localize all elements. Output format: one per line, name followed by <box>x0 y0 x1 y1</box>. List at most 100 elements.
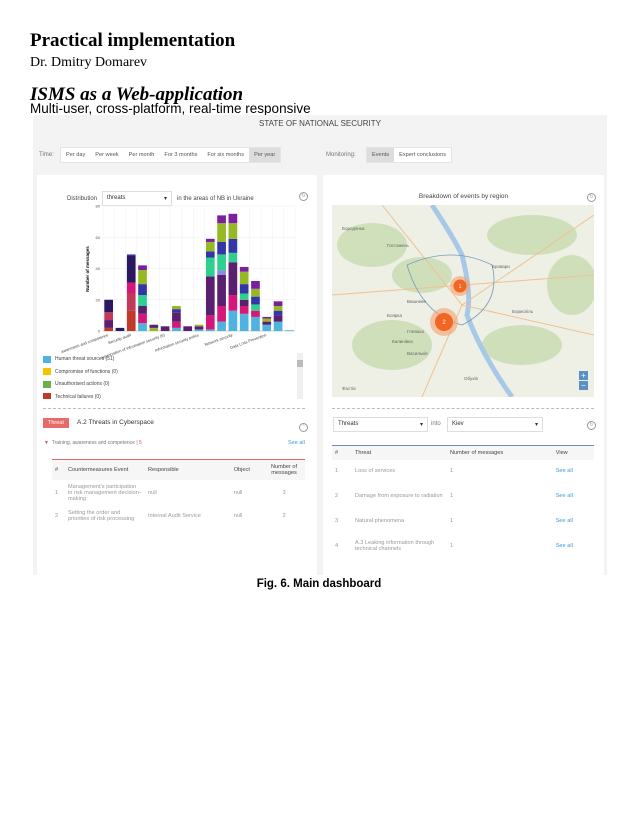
bar-segment <box>126 254 136 256</box>
bar-segment <box>251 310 260 317</box>
legend-scrollbar[interactable] <box>297 353 303 399</box>
bar-segment <box>251 281 260 289</box>
cell: null <box>148 490 157 496</box>
threat-type-select[interactable]: Threats ▾ <box>333 417 428 432</box>
bar-segment <box>228 310 238 331</box>
cell: 3 <box>282 490 286 496</box>
time-per-month[interactable]: Per month <box>124 148 160 162</box>
bar-segment <box>172 312 181 322</box>
time-6-months[interactable]: For six months <box>202 148 249 162</box>
bar-segment <box>205 251 215 258</box>
time-per-year[interactable]: Per year <box>249 148 281 162</box>
x-tick-label: awareness and competence <box>60 332 109 354</box>
zoom-in-button[interactable]: + <box>579 371 588 380</box>
caret-down-icon: ▼ <box>44 440 49 446</box>
chart-legend: Human threat sources (51) Compromise of f… <box>43 353 303 399</box>
bar-segment <box>205 329 215 331</box>
map-place: Вишневе <box>407 299 426 304</box>
legend-item[interactable]: Technical failures (0) <box>43 391 303 399</box>
cell: Management's participation in risk manag… <box>68 484 141 502</box>
table-header: # Threat Number of messages View <box>332 445 594 460</box>
legend-swatch <box>43 393 51 399</box>
table-row[interactable]: 1 Management's participation in risk mana… <box>52 480 305 506</box>
time-per-day[interactable]: Per day <box>61 148 90 162</box>
distribution-chart: 0 20 40 60 80 awareness and competenceSecurit… <box>60 204 296 360</box>
y-tick-label: 40 <box>96 266 101 271</box>
bar-segment <box>104 327 113 331</box>
see-all-link[interactable]: See all <box>288 440 305 446</box>
legend-item[interactable]: Human threat sources (51) <box>43 353 303 366</box>
bar-segment <box>205 315 215 330</box>
legend-label: Technical failures (0) <box>55 393 101 399</box>
col-number: # <box>332 445 352 460</box>
refresh-icon[interactable]: ↻ <box>299 192 308 201</box>
see-all-link[interactable]: See all <box>553 510 594 532</box>
see-all-link[interactable]: See all <box>553 532 594 560</box>
bar-segment <box>228 213 238 224</box>
table-row[interactable]: 2 Setting the order and priorities of ris… <box>52 506 305 526</box>
col-event: Countermeasures Event <box>65 459 145 480</box>
see-all-link[interactable]: See all <box>553 460 594 482</box>
map-place: Бровари <box>492 264 510 269</box>
map-place: Фастів <box>342 386 356 391</box>
divider <box>332 408 594 409</box>
collapse-icon[interactable]: ⌃ <box>299 423 308 432</box>
zoom-out-button[interactable]: − <box>579 381 588 390</box>
bar-segment <box>194 326 204 330</box>
bar-segment <box>205 238 215 242</box>
bar-segment <box>239 306 249 314</box>
col-number: # <box>52 459 65 480</box>
table-row: 3 Natural phenomena 1 See all <box>332 510 594 532</box>
bar-segment <box>217 306 226 322</box>
threat-group[interactable]: ▼ Training, awareness and competence | 5 <box>44 440 142 446</box>
map-place: Васильків <box>407 351 428 356</box>
bar-segment <box>183 326 193 331</box>
col-messages: Number of messages <box>263 459 305 480</box>
bar-segment <box>138 270 147 285</box>
bar-segment <box>149 324 159 328</box>
bar-segment <box>262 324 272 331</box>
map-place: Калинівка <box>392 339 413 344</box>
distribution-suffix: in the areas of NB in Ukraine <box>177 195 254 202</box>
map-place: Боярка <box>387 313 402 318</box>
region-threats-table: # Threat Number of messages View 1 Loss o… <box>332 445 594 560</box>
bar-segment <box>273 310 283 316</box>
legend-item[interactable]: Compromise of functions (0) <box>43 366 303 379</box>
threat-badge: Threat <box>43 418 69 428</box>
bar-segment <box>251 288 260 297</box>
cell: 1 <box>55 490 59 496</box>
bar-segment <box>138 295 147 306</box>
time-per-week[interactable]: Per week <box>90 148 123 162</box>
region-map[interactable]: Бородянка Гостомель Вишневе Боярка Брова… <box>332 205 594 397</box>
monitoring-expert-conclusions[interactable]: Expert conclusions <box>394 148 451 162</box>
time-3-months[interactable]: For 3 months <box>159 148 202 162</box>
bar-segment <box>228 262 238 296</box>
x-tick-label: Security audit <box>107 332 132 345</box>
legend-label: Compromise of functions (0) <box>55 368 118 375</box>
chevron-down-icon: ▾ <box>534 422 538 428</box>
time-label: Time: <box>39 152 54 158</box>
bar-segment <box>273 321 283 331</box>
bar-segment <box>239 266 249 272</box>
y-tick-label: 20 <box>96 297 101 302</box>
bar-segment <box>251 296 260 305</box>
into-label: into <box>431 421 441 427</box>
bar-segment <box>285 330 294 331</box>
chevron-down-icon: ▾ <box>419 422 423 428</box>
bar-segment <box>217 321 226 331</box>
refresh-icon[interactable]: ↻ <box>587 193 596 202</box>
bar-segment <box>115 327 125 331</box>
map-place: Глеваха <box>407 329 424 334</box>
region-select[interactable]: Kiev ▾ <box>447 417 543 432</box>
cell: 2 <box>282 513 286 519</box>
refresh-icon[interactable]: ↻ <box>587 421 596 430</box>
map-marker-2[interactable]: 2 <box>430 308 458 336</box>
monitoring-events[interactable]: Events <box>367 148 395 162</box>
bar-segment <box>217 274 226 306</box>
legend-item[interactable]: Unauthorised actions (0) <box>43 378 303 391</box>
map-marker-1[interactable]: 1 <box>450 276 470 296</box>
see-all-link[interactable]: See all <box>553 482 594 510</box>
map-place: Гостомель <box>387 243 409 248</box>
col-messages: Number of messages <box>447 445 553 460</box>
threat-group-count: 5 <box>139 440 142 446</box>
